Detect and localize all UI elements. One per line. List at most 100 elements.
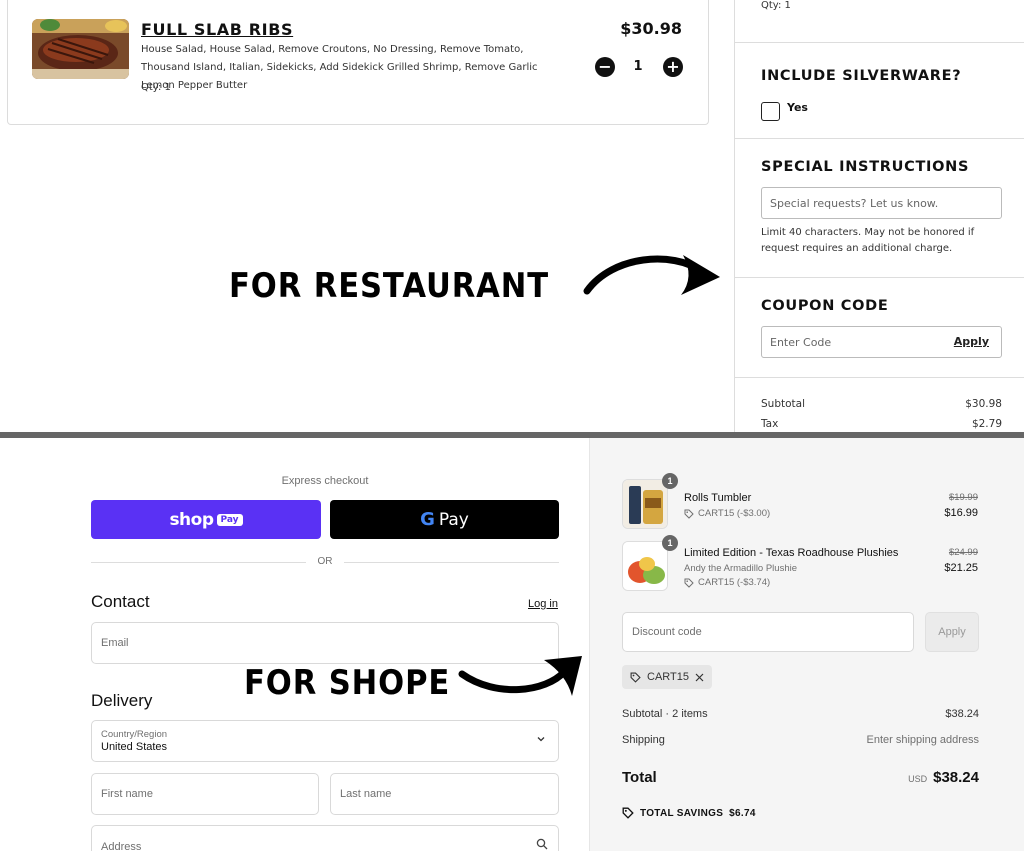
silverware-heading: INCLUDE SILVERWARE? — [761, 68, 962, 84]
divider — [735, 42, 1024, 43]
subtotal-value: $30.98 — [965, 398, 1002, 410]
arrow-right-icon — [583, 255, 720, 295]
instructions-note: Limit 40 characters. May not be honored … — [761, 227, 975, 254]
total-row: Total USD $38.24 — [622, 769, 979, 787]
product-name: Rolls Tumbler — [684, 492, 752, 504]
silverware-checkbox[interactable] — [761, 102, 780, 121]
qty-value: 1 — [633, 59, 643, 74]
discount-code-placeholder: Discount code — [632, 626, 702, 638]
silverware-option-label[interactable]: Yes — [787, 101, 808, 114]
shipping-value: Enter shipping address — [866, 734, 979, 746]
tax-row: Tax $2.79 — [761, 418, 1002, 430]
tag-icon — [684, 578, 694, 588]
google-pay-button[interactable]: G Pay — [330, 500, 559, 539]
decrease-qty-button[interactable]: − — [595, 57, 615, 77]
divider — [735, 277, 1024, 278]
google-pay-label: Pay — [438, 509, 469, 530]
product-variant: Andy the Armadillo Plushie — [684, 563, 798, 574]
close-icon[interactable] — [695, 673, 704, 682]
coupon-heading: COUPON CODE — [761, 298, 889, 314]
total-amount: USD $38.24 — [908, 769, 979, 786]
product-price: $21.25 — [944, 562, 978, 574]
for-restaurant-label: FOR RESTAURANT — [229, 266, 550, 306]
or-divider-right — [344, 562, 559, 563]
total-label: Total — [622, 769, 657, 786]
subtotal-value: $38.24 — [945, 708, 979, 720]
total-value: $38.24 — [933, 769, 979, 786]
item-title[interactable]: FULL SLAB RIBS — [141, 20, 293, 39]
ribs-image — [32, 19, 129, 79]
coupon-apply-button[interactable]: Apply — [954, 335, 989, 348]
shop-checkout-screenshot: Express checkout shop Pay G Pay OR Conta… — [0, 438, 1024, 851]
increase-qty-button[interactable]: + — [663, 57, 683, 77]
coupon-input[interactable]: Enter Code Apply — [761, 326, 1002, 358]
last-name-field[interactable]: Last name — [330, 773, 559, 815]
for-shope-label: FOR SHOPE — [244, 663, 451, 703]
total-savings-label: TOTAL SAVINGS — [640, 807, 724, 819]
product-discount: CART15 (-$3.74) — [684, 577, 770, 588]
shipping-row: Shipping Enter shipping address — [622, 734, 979, 746]
divider — [735, 138, 1024, 139]
restaurant-cart-screenshot: FULL SLAB RIBS House Salad, House Salad,… — [0, 0, 1024, 432]
tax-label: Tax — [761, 418, 779, 430]
product-discount-text: CART15 (-$3.74) — [698, 577, 771, 588]
product-original-price: $19.99 — [948, 492, 978, 503]
delivery-heading: Delivery — [91, 691, 153, 710]
total-savings-value: $6.74 — [729, 807, 756, 819]
country-value: United States — [101, 741, 168, 753]
product-original-price: $24.99 — [948, 547, 978, 558]
or-label: OR — [317, 556, 333, 567]
country-select[interactable]: Country/Region United States — [91, 720, 559, 762]
address-field[interactable]: Address — [91, 825, 559, 851]
country-label: Country/Region — [101, 729, 168, 740]
applied-code-text: CART15 — [647, 671, 689, 683]
total-savings: TOTAL SAVINGS $6.74 — [622, 807, 756, 819]
search-icon — [536, 838, 548, 851]
special-instructions-placeholder: Special requests? Let us know. — [770, 196, 939, 210]
shipping-label: Shipping — [622, 734, 665, 746]
subtotal-label: Subtotal — [761, 398, 805, 410]
log-in-link[interactable]: Log in — [528, 598, 558, 610]
express-checkout-label: Express checkout — [281, 475, 369, 487]
coupon-placeholder: Enter Code — [770, 335, 832, 349]
order-sidebar: Qty: 1 INCLUDE SILVERWARE? Yes SPECIAL I… — [734, 0, 1024, 432]
chevron-down-icon — [536, 734, 546, 747]
first-name-placeholder: First name — [101, 788, 153, 800]
subtotal-label: Subtotal · 2 items — [622, 708, 708, 720]
last-name-placeholder: Last name — [340, 788, 392, 800]
subtotal-row: Subtotal · 2 items $38.24 — [622, 708, 979, 720]
address-placeholder: Address — [101, 841, 142, 851]
product-price: $16.99 — [944, 507, 978, 519]
product-name: Limited Edition - Texas Roadhouse Plushi… — [684, 547, 899, 559]
first-name-field[interactable]: First name — [91, 773, 319, 815]
item-modifiers: House Salad, House Salad, Remove Crouton… — [141, 44, 538, 91]
shop-pay-wordmark: shop — [169, 509, 214, 530]
google-g-icon: G — [420, 509, 435, 530]
item-price: $30.98 — [620, 19, 682, 38]
email-placeholder: Email — [101, 637, 129, 649]
contact-heading: Contact — [91, 592, 150, 611]
product-discount: CART15 (-$3.00) — [684, 508, 770, 519]
shop-pay-pill: Pay — [216, 513, 243, 526]
previous-item-qty: Qty: 1 — [761, 0, 791, 11]
item-qty: Qty: 1 — [141, 82, 171, 93]
quantity-badge: 1 — [662, 473, 678, 489]
quantity-badge: 1 — [662, 535, 678, 551]
apply-discount-button[interactable]: Apply — [925, 612, 979, 652]
product-discount-text: CART15 (-$3.00) — [698, 508, 771, 519]
discount-code-input[interactable]: Discount code — [622, 612, 914, 652]
special-instructions-heading: SPECIAL INSTRUCTIONS — [761, 159, 970, 175]
or-divider-left — [91, 562, 306, 563]
tax-value: $2.79 — [971, 418, 1002, 430]
product-thumbnail — [622, 479, 668, 529]
google-g-letter: G — [420, 509, 435, 530]
product-thumbnail — [622, 541, 668, 591]
tag-icon — [622, 807, 634, 819]
shop-pay-button[interactable]: shop Pay — [91, 500, 321, 539]
subtotal-row: Subtotal $30.98 — [761, 398, 1002, 410]
order-summary-panel: 1 Rolls Tumbler CART15 (-$3.00) $19.99 $… — [589, 438, 1024, 851]
total-currency: USD — [908, 774, 928, 784]
special-instructions-input[interactable]: Special requests? Let us know. — [761, 187, 1002, 219]
applied-code-chip: CART15 — [622, 665, 712, 689]
tag-icon — [684, 509, 694, 519]
